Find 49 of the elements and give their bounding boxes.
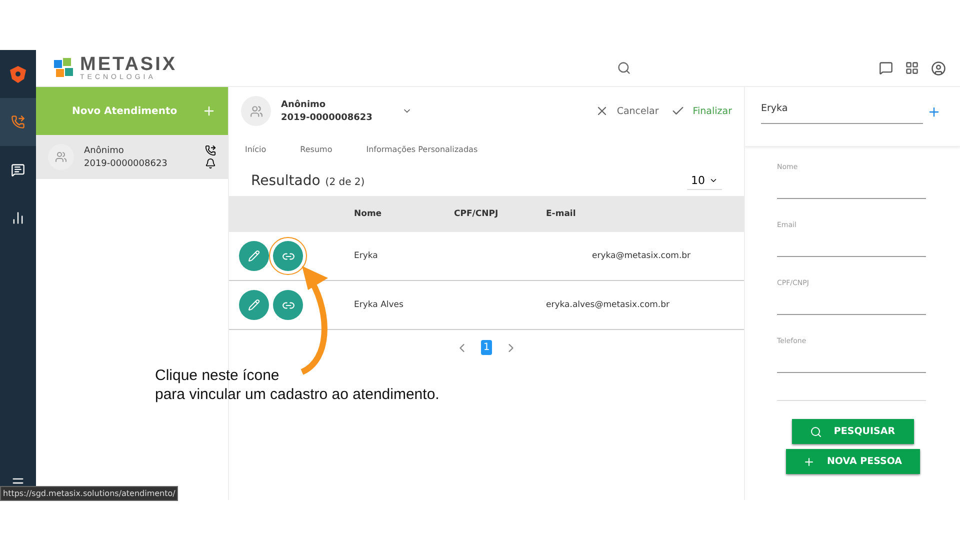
results-count: (2 de 2) [325,176,365,188]
results-title: Resultado [251,173,320,189]
search-icon [810,426,822,438]
new-person-button[interactable]: NOVA PESSOA [786,449,920,474]
caret-icon [709,176,718,185]
session-protocol: 2019-0000008623 [84,158,168,168]
cancel-button[interactable]: Cancelar [594,104,659,118]
instruction-note: Clique neste ícone para vincular um cadastro ao atendimento. [155,366,440,404]
tab[interactable]: Início [245,143,266,158]
search-icon[interactable] [617,61,632,75]
group-avatar [48,144,74,170]
chat-icon [11,163,25,177]
logo-name: METASIX [80,55,178,74]
grid-icon[interactable] [905,61,919,75]
account-icon[interactable] [931,60,946,76]
column-header: Nome [354,209,383,219]
column-header: CPF/CNPJ [454,209,500,219]
client-name: Anônimo [281,100,327,110]
table-cell-text: Eryka [354,251,379,261]
protocol-number: 2019-0000008623 [281,112,372,122]
tab[interactable]: Resumo [300,143,332,158]
page-number[interactable]: 1 [481,340,492,355]
bar-chart-icon [11,211,25,225]
session-item[interactable]: Anônimo 2019-0000008623 [36,135,228,179]
pencil-icon [248,299,260,311]
edit-button[interactable] [239,241,269,271]
link-button[interactable] [273,290,303,320]
plus-icon [202,104,216,118]
tab[interactable]: Informações Personalizadas [366,143,478,158]
new-service-button[interactable]: Novo Atendimento [36,87,228,135]
url-tooltip: https://sgd.metasix.solutions/atendimento/ [0,486,178,501]
finish-button[interactable]: Finalizar [670,104,732,118]
page-size-select[interactable]: 10 [687,172,722,190]
pencil-icon [248,250,260,262]
plus-icon[interactable] [927,105,941,119]
table-cell-text: eryka.alves@metasix.com.br [546,300,671,310]
plus-icon [802,456,815,468]
column-header: E-mail [546,209,577,219]
link-button[interactable] [273,241,303,271]
search-button[interactable]: PESQUISAR [792,419,914,444]
table-cell-text: eryka@metasix.com.br [591,251,692,261]
phone-icon [205,145,216,156]
group-avatar [241,96,271,126]
edit-button[interactable] [239,290,269,320]
bell-icon [205,158,216,169]
table-cell-text: Eryka Alves [354,300,404,310]
message-icon[interactable] [879,61,893,75]
session-name: Anônimo [84,146,125,156]
phone-icon [11,115,25,129]
